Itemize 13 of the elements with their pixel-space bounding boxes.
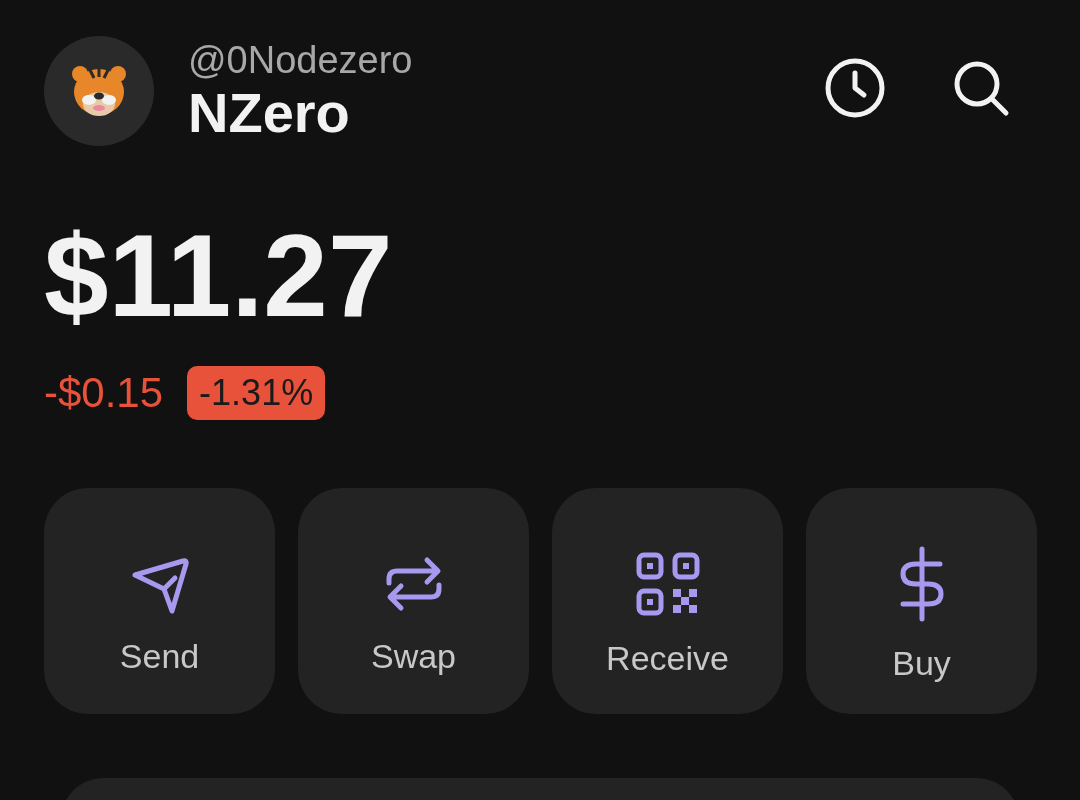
buy-button[interactable]: Buy	[806, 488, 1037, 714]
clock-icon[interactable]	[824, 57, 886, 119]
search-icon[interactable]	[952, 59, 1010, 117]
display-name: NZero	[188, 82, 351, 144]
tiger-icon	[70, 64, 128, 118]
balance-amount: $11.27	[44, 216, 394, 336]
username: @0Nodezero	[188, 38, 414, 82]
receive-button[interactable]: Receive	[552, 488, 783, 714]
qr-code-icon	[634, 550, 701, 617]
send-button[interactable]: Send	[44, 488, 275, 714]
balance-change: -$0.15	[44, 369, 164, 417]
percent-change-badge: -1.31%	[187, 366, 326, 420]
swap-button[interactable]: Swap	[298, 488, 529, 714]
